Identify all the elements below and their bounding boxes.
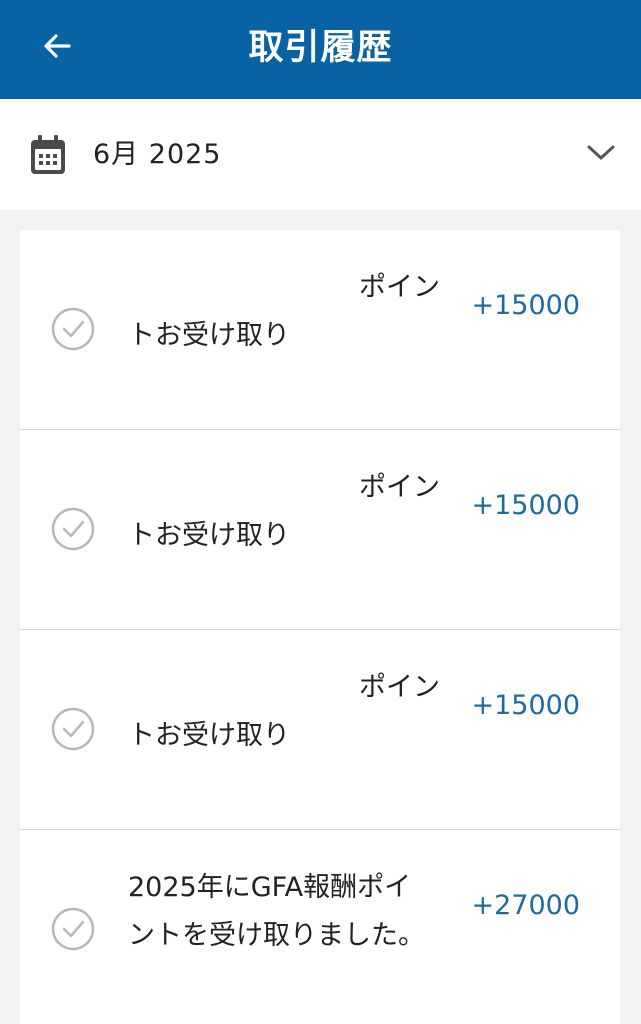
app-root: 取引履歴 6月 2025 ポイン トお受け取り +15000 ポイン トお受け取… (0, 0, 641, 1024)
transaction-row[interactable]: ポイン トお受け取り +15000 (20, 230, 620, 430)
description-line-1: ポイン (359, 472, 440, 503)
transaction-row[interactable]: 2025年にGFA報酬ポイ ントを受け取りました。 +27000 (20, 830, 620, 1024)
check-circle-icon (51, 307, 95, 351)
top-app-bar: 取引履歴 (0, 0, 641, 99)
transaction-list: ポイン トお受け取り +15000 ポイン トお受け取り +15000 ポイン (20, 230, 620, 1024)
chevron-down-icon (587, 145, 615, 160)
selected-month: 6月 2025 (93, 139, 222, 170)
arrow-left-icon (44, 34, 71, 58)
transaction-description: 2025年にGFA報酬ポイ ントを受け取りました。 (128, 864, 440, 960)
description-line-1: ポイン (359, 272, 440, 303)
transaction-description: ポイン トお受け取り (128, 664, 440, 760)
description-line-2: トお受け取り (128, 320, 290, 351)
transaction-amount: +15000 (471, 290, 580, 321)
check-circle-icon (51, 507, 95, 551)
transaction-row[interactable]: ポイン トお受け取り +15000 (20, 430, 620, 630)
description-line-1: 2025年にGFA報酬ポイ (128, 872, 412, 903)
transaction-amount: +27000 (471, 890, 580, 921)
description-line-2: トお受け取り (128, 720, 290, 751)
description-line-1: ポイン (359, 672, 440, 703)
description-line-2: ントを受け取りました。 (128, 920, 425, 951)
transaction-amount: +15000 (471, 490, 580, 521)
check-circle-icon (51, 707, 95, 751)
calendar-icon (31, 135, 65, 174)
transaction-row[interactable]: ポイン トお受け取り +15000 (20, 630, 620, 830)
transaction-amount: +15000 (471, 690, 580, 721)
back-button[interactable] (30, 22, 84, 70)
transaction-description: ポイン トお受け取り (128, 464, 440, 560)
description-line-2: トお受け取り (128, 520, 290, 551)
transaction-description: ポイン トお受け取り (128, 264, 440, 360)
month-selector[interactable]: 6月 2025 (0, 99, 641, 210)
page-title: 取引履歴 (248, 28, 393, 68)
check-circle-icon (51, 907, 95, 951)
